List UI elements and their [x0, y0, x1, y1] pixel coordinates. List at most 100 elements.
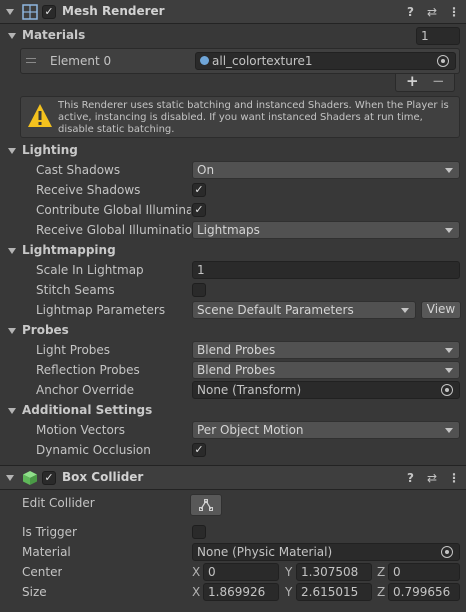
contribute-gi-checkbox[interactable]: ✓ [192, 203, 206, 217]
probes-foldout-icon[interactable] [8, 328, 16, 334]
light-probes-dropdown[interactable]: Blend Probes [192, 341, 460, 359]
remove-element-button[interactable]: − [432, 72, 445, 90]
view-button[interactable]: View [421, 301, 461, 319]
foldout-arrow-icon[interactable] [6, 475, 14, 481]
size-x-axis-label: X [192, 585, 201, 599]
presets-icon[interactable]: ⇄ [427, 471, 437, 485]
element-0-value: all_colortexture1 [212, 54, 313, 68]
object-picker-icon[interactable] [437, 55, 449, 67]
add-element-button[interactable]: + [406, 72, 419, 90]
mesh-renderer-icon [22, 4, 38, 20]
contribute-gi-label: Contribute Global Illuminatio [36, 203, 191, 217]
mesh-renderer-enabled-checkbox[interactable]: ✓ [42, 5, 56, 19]
edit-bounds-icon [199, 499, 213, 511]
center-x-axis-label: X [192, 565, 201, 579]
probes-label: Probes [22, 323, 69, 337]
center-z-field[interactable]: 0 [388, 563, 460, 581]
box-collider-icon [23, 471, 37, 485]
motion-vectors-label: Motion Vectors [36, 423, 125, 437]
additional-settings-label: Additional Settings [22, 403, 153, 417]
mesh-renderer-title: Mesh Renderer [62, 4, 165, 18]
center-y-axis-label: Y [285, 565, 293, 579]
presets-icon[interactable]: ⇄ [427, 5, 437, 19]
dynamic-occlusion-checkbox[interactable]: ✓ [192, 443, 206, 457]
reflection-probes-value: Blend Probes [197, 363, 276, 377]
materials-label: Materials [22, 28, 86, 42]
center-y-field[interactable]: 1.307508 [296, 563, 372, 581]
scale-in-lightmap-field[interactable]: 1 [192, 261, 460, 279]
chevron-down-icon [445, 228, 453, 233]
cast-shadows-value: On [197, 163, 215, 177]
center-z-axis-label: Z [377, 565, 386, 579]
lighting-foldout-icon[interactable] [8, 148, 16, 154]
size-z-axis-label: Z [377, 585, 386, 599]
materials-count-field[interactable]: 1 [416, 27, 460, 45]
size-label: Size [22, 585, 47, 599]
chevron-down-icon [445, 348, 453, 353]
help-icon[interactable]: ? [407, 471, 414, 485]
chevron-down-icon [445, 428, 453, 433]
center-x-field[interactable]: 0 [203, 563, 279, 581]
list-footer: + − [395, 72, 455, 92]
object-picker-icon[interactable] [441, 384, 453, 396]
chevron-down-icon [445, 168, 453, 173]
motion-vectors-dropdown[interactable]: Per Object Motion [192, 421, 460, 439]
receive-gi-label: Receive Global Illumination [36, 223, 200, 237]
size-z-field[interactable]: 0.799656 [388, 583, 460, 601]
lighting-label: Lighting [22, 143, 78, 157]
menu-icon[interactable]: ⋮ [448, 5, 460, 19]
box-collider-title: Box Collider [62, 470, 144, 484]
is-trigger-checkbox[interactable] [192, 525, 206, 539]
drag-handle-icon[interactable] [26, 58, 36, 63]
motion-vectors-value: Per Object Motion [197, 423, 304, 437]
anchor-override-label: Anchor Override [36, 383, 135, 397]
mesh-renderer-header[interactable]: ✓ Mesh Renderer ? ⇄ ⋮ [0, 0, 466, 24]
size-y-axis-label: Y [285, 585, 293, 599]
physic-material-value: None (Physic Material) [197, 545, 333, 559]
is-trigger-label: Is Trigger [22, 525, 77, 539]
light-probes-label: Light Probes [36, 343, 111, 357]
physic-material-field[interactable]: None (Physic Material) [192, 543, 460, 561]
element-0-label: Element 0 [50, 54, 112, 68]
foldout-arrow-icon[interactable] [6, 9, 14, 15]
stitch-seams-checkbox[interactable] [192, 283, 206, 297]
lightmap-parameters-label: Lightmap Parameters [36, 303, 166, 317]
box-collider-enabled-checkbox[interactable]: ✓ [42, 471, 56, 485]
dynamic-occlusion-label: Dynamic Occlusion [36, 443, 151, 457]
light-probes-value: Blend Probes [197, 343, 276, 357]
receive-shadows-label: Receive Shadows [36, 183, 141, 197]
help-icon[interactable]: ? [407, 5, 414, 19]
warning-icon [28, 104, 52, 127]
chevron-down-icon [445, 368, 453, 373]
receive-gi-value: Lightmaps [197, 223, 260, 237]
anchor-override-field[interactable]: None (Transform) [192, 381, 460, 399]
edit-collider-button[interactable] [190, 494, 222, 516]
materials-foldout-icon[interactable] [8, 33, 16, 39]
center-label: Center [22, 565, 63, 579]
menu-icon[interactable]: ⋮ [448, 471, 460, 485]
cast-shadows-dropdown[interactable]: On [192, 161, 460, 179]
chevron-down-icon [401, 308, 409, 313]
element-0-field[interactable]: all_colortexture1 [195, 52, 456, 70]
lightmap-parameters-value: Scene Default Parameters [197, 303, 354, 317]
cast-shadows-label: Cast Shadows [36, 163, 121, 177]
material-label: Material [22, 545, 71, 559]
additional-settings-foldout-icon[interactable] [8, 408, 16, 414]
size-x-field[interactable]: 1.869926 [203, 583, 279, 601]
lightmap-parameters-dropdown[interactable]: Scene Default Parameters [192, 301, 416, 319]
warning-text: This Renderer uses static batching and i… [58, 100, 449, 135]
box-collider-header[interactable]: ✓ Box Collider ? ⇄ ⋮ [0, 466, 466, 490]
reflection-probes-label: Reflection Probes [36, 363, 140, 377]
scale-in-lightmap-label: Scale In Lightmap [36, 263, 144, 277]
reflection-probes-dropdown[interactable]: Blend Probes [192, 361, 460, 379]
warning-box: This Renderer uses static batching and i… [20, 96, 460, 138]
anchor-override-value: None (Transform) [197, 383, 302, 397]
lightmapping-foldout-icon[interactable] [8, 248, 16, 254]
receive-shadows-checkbox[interactable]: ✓ [192, 183, 206, 197]
size-y-field[interactable]: 2.615015 [296, 583, 372, 601]
stitch-seams-label: Stitch Seams [36, 283, 115, 297]
receive-gi-dropdown[interactable]: Lightmaps [192, 221, 460, 239]
object-picker-icon[interactable] [441, 546, 453, 558]
material-icon [200, 56, 209, 65]
edit-collider-label: Edit Collider [22, 496, 95, 510]
